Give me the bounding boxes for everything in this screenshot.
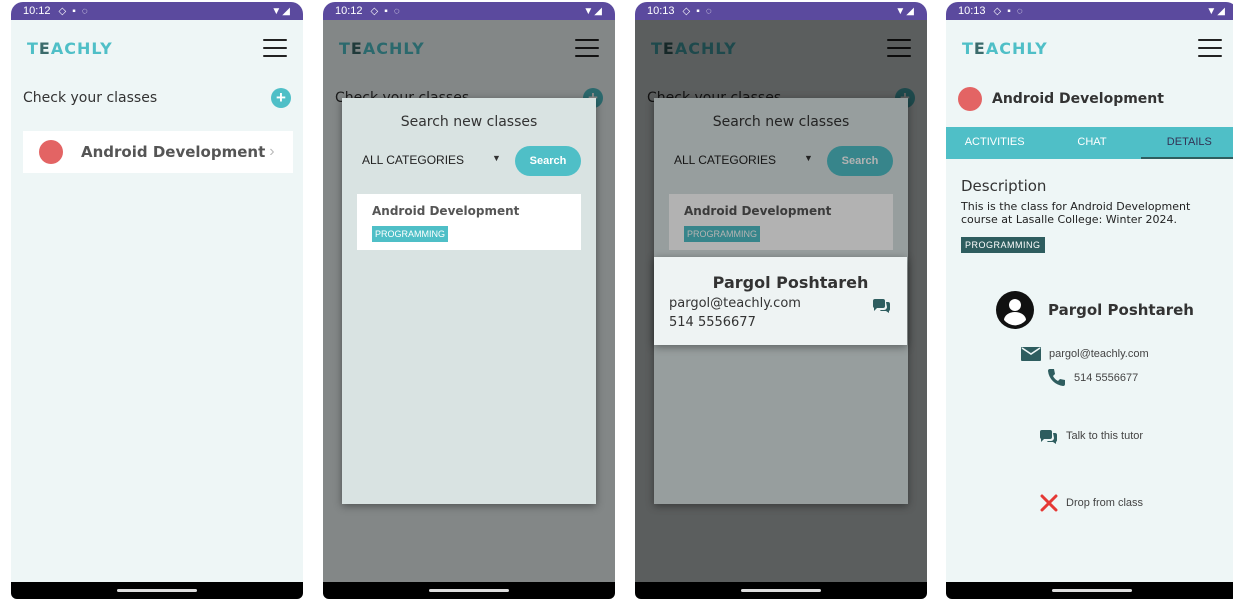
search-classes-dialog: Search new classes ALL CATEGORIES ▼ Sear… <box>342 98 596 504</box>
home-handle[interactable] <box>429 589 509 592</box>
talk-to-tutor-label: Talk to this tutor <box>1066 430 1144 442</box>
shield-icon: ◇ <box>993 5 1002 17</box>
app-bar: TEACHLY <box>946 20 1233 76</box>
hamburger-menu-icon[interactable] <box>263 39 287 57</box>
system-nav-bar <box>946 582 1233 599</box>
sd-card-icon: ▪ <box>696 5 700 17</box>
status-time: 10:13 <box>647 5 675 17</box>
class-tabs: ACTIVITIES CHAT DETAILS <box>946 127 1233 159</box>
chat-bubbles-icon <box>1039 430 1058 444</box>
sync-icon: ◌ <box>393 5 400 17</box>
home-handle[interactable] <box>117 589 197 592</box>
status-bar: 10:13 ◇ ▪ ◌ ▼◢ <box>946 2 1233 20</box>
shield-icon: ◇ <box>682 5 691 17</box>
page-title: Check your classes <box>23 90 158 106</box>
sd-card-icon: ▪ <box>384 5 388 17</box>
app-logo: TEACHLY <box>962 38 1048 58</box>
drop-class-label: Drop from class <box>1066 497 1144 509</box>
tutor-phone-row[interactable]: 514 5556677 <box>1046 368 1138 388</box>
tutor-section: Pargol Poshtareh <box>996 291 1194 329</box>
status-time: 10:12 <box>335 5 363 17</box>
status-time: 10:12 <box>23 5 51 17</box>
close-x-icon <box>1040 494 1058 512</box>
mail-icon <box>1021 347 1041 361</box>
screen-search-classes: 10:12 ◇ ▪ ◌ ▼◢ TEACHLY Check your classe… <box>323 2 615 599</box>
talk-to-tutor-button[interactable]: Talk to this tutor <box>1038 428 1143 444</box>
classes-header: Check your classes + <box>23 86 291 110</box>
shield-icon: ◇ <box>58 5 67 17</box>
tutor-name: Pargol Poshtareh <box>1048 301 1194 319</box>
tutor-email: pargol@teachly.com <box>669 296 801 311</box>
chat-bubbles-icon[interactable] <box>871 297 891 313</box>
hamburger-menu-icon[interactable] <box>1198 39 1222 57</box>
sd-card-icon: ▪ <box>1007 5 1011 17</box>
category-tag: PROGRAMMING <box>372 226 449 242</box>
tutor-phone: 514 5556677 <box>1074 372 1139 384</box>
signal-icon: ▼◢ <box>1206 5 1226 17</box>
sync-icon: ◌ <box>81 5 88 17</box>
class-header: Android Development <box>958 86 1164 112</box>
description-heading: Description <box>961 177 1047 195</box>
sync-icon: ◌ <box>705 5 712 17</box>
result-class-name: Android Development <box>372 204 520 218</box>
add-class-button[interactable]: + <box>271 88 291 108</box>
sync-icon: ◌ <box>1016 5 1023 17</box>
system-nav-bar <box>11 582 303 599</box>
tutor-email: pargol@teachly.com <box>1049 348 1149 360</box>
signal-icon: ▼◢ <box>583 5 603 17</box>
system-nav-bar <box>323 582 615 599</box>
status-bar: 10:12 ◇ ▪ ◌ ▼◢ <box>323 2 615 20</box>
dialog-title: Search new classes <box>400 114 538 130</box>
class-name: Android Development <box>81 143 266 161</box>
dropdown-caret-icon[interactable]: ▼ <box>492 153 501 163</box>
description-text: This is the class for Android Developmen… <box>961 200 1191 226</box>
shield-icon: ◇ <box>370 5 379 17</box>
tutor-phone: 514 5556677 <box>669 315 756 330</box>
status-time: 10:13 <box>958 5 986 17</box>
class-color-dot <box>958 87 982 111</box>
phone-icon <box>1048 369 1065 386</box>
app-bar: TEACHLY <box>11 20 303 76</box>
tab-chat[interactable]: CHAT <box>1043 127 1140 159</box>
drop-class-button[interactable]: Drop from class <box>1040 494 1143 512</box>
home-handle[interactable] <box>1052 589 1132 592</box>
signal-icon: ▼◢ <box>895 5 915 17</box>
search-button[interactable]: Search <box>515 146 581 176</box>
account-circle-icon <box>996 291 1034 329</box>
class-color-dot <box>39 140 63 164</box>
tutor-email-row[interactable]: pargol@teachly.com <box>1021 347 1149 361</box>
signal-icon: ▼◢ <box>271 5 291 17</box>
screen-tutor-popup: 10:13 ◇ ▪ ◌ ▼◢ TEACHLY Check your classe… <box>635 2 927 599</box>
screen-class-list: 10:12 ◇ ▪ ◌ ▼◢ TEACHLY Check your classe… <box>11 2 303 599</box>
system-nav-bar <box>635 582 927 599</box>
class-title: Android Development <box>992 91 1164 107</box>
sd-card-icon: ▪ <box>72 5 76 17</box>
status-bar: 10:13 ◇ ▪ ◌ ▼◢ <box>635 2 927 20</box>
tutor-info-popup: Pargol Poshtareh pargol@teachly.com 514 … <box>654 257 907 345</box>
class-list-item[interactable]: Android Development › <box>23 131 293 173</box>
chevron-right-icon: › <box>269 143 275 160</box>
category-tag: PROGRAMMING <box>961 237 1045 253</box>
tab-activities[interactable]: ACTIVITIES <box>946 127 1043 159</box>
screen-class-details: 10:13 ◇ ▪ ◌ ▼◢ TEACHLY Android Developme… <box>946 2 1233 599</box>
app-logo: TEACHLY <box>27 38 113 58</box>
tutor-name: Pargol Poshtareh <box>712 273 869 292</box>
status-bar: 10:12 ◇ ▪ ◌ ▼◢ <box>11 2 303 20</box>
home-handle[interactable] <box>741 589 821 592</box>
search-result-item[interactable]: Android Development PROGRAMMING <box>357 194 581 250</box>
category-dropdown[interactable]: ALL CATEGORIES <box>362 153 464 167</box>
tab-details[interactable]: DETAILS <box>1140 127 1233 159</box>
